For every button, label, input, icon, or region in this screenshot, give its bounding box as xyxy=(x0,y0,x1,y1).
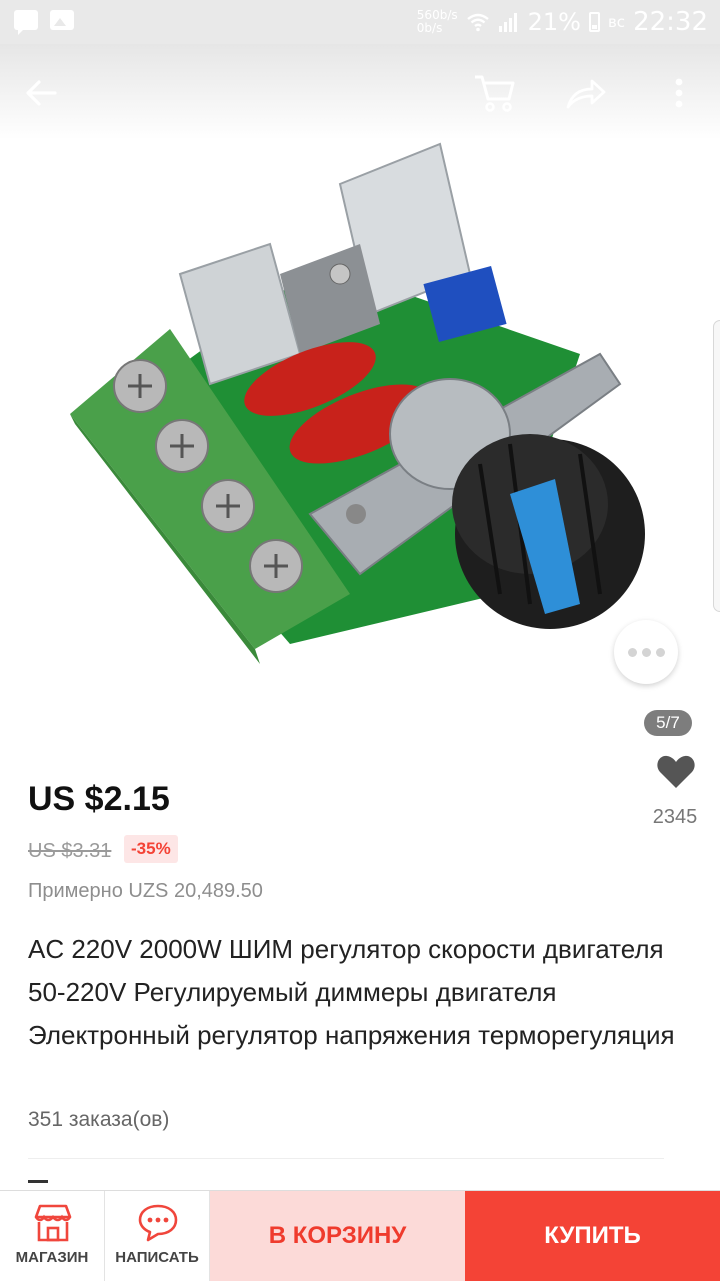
gallery-pager: 5/7 xyxy=(644,710,692,736)
old-price: US $3.31 xyxy=(28,840,112,862)
side-panel-handle[interactable] xyxy=(713,320,720,612)
dot-icon xyxy=(641,647,651,657)
chat-icon xyxy=(138,1204,178,1242)
divider xyxy=(28,1158,664,1159)
wifi-icon xyxy=(466,13,489,32)
orders-count: 351 заказа(ов) xyxy=(28,1108,170,1131)
wishlist-count: 2345 xyxy=(652,806,698,828)
product-gallery[interactable]: 5/7 xyxy=(0,44,720,736)
share-button[interactable] xyxy=(563,70,609,116)
day-label: вс xyxy=(607,13,626,31)
signal-icon xyxy=(498,13,517,32)
discount-badge: -35% xyxy=(124,835,178,863)
wishlist-button[interactable] xyxy=(648,754,704,795)
buy-now-button[interactable]: КУПИТЬ xyxy=(465,1191,720,1281)
product-title: AC 220V 2000W ШИМ регулятор скорости дви… xyxy=(28,934,675,1050)
add-to-cart-button[interactable]: В КОРЗИНУ xyxy=(210,1191,465,1281)
store-label: МАГАЗИН xyxy=(15,1249,89,1266)
dot-icon xyxy=(655,647,665,657)
battery-icon xyxy=(588,12,600,32)
heart-icon xyxy=(657,755,695,788)
message-notification-icon xyxy=(14,10,38,35)
bottom-action-bar: МАГАЗИН НАПИСАТЬ В КОРЗИНУ КУПИТЬ xyxy=(0,1190,720,1281)
share-icon xyxy=(566,79,606,109)
network-speed: 560b/s 0b/s xyxy=(416,8,458,35)
message-label: НАПИСАТЬ xyxy=(115,1249,199,1266)
status-bar: 560b/s 0b/s 21% вс 22:32 xyxy=(0,0,720,44)
cart-button[interactable] xyxy=(472,70,518,116)
product-image xyxy=(70,142,645,664)
image-notification-icon xyxy=(50,10,74,30)
dot-icon xyxy=(627,647,637,657)
floating-more-button[interactable] xyxy=(614,620,678,684)
store-icon xyxy=(34,1204,72,1242)
back-button[interactable] xyxy=(18,70,64,116)
price: US $2.15 xyxy=(28,780,170,818)
message-button[interactable]: НАПИСАТЬ xyxy=(105,1191,210,1281)
back-arrow-icon xyxy=(26,80,57,106)
clock: 22:32 xyxy=(633,7,708,37)
store-button[interactable]: МАГАЗИН xyxy=(0,1191,105,1281)
approx-local-price: Примерно UZS 20,489.50 xyxy=(28,880,263,902)
cart-icon xyxy=(475,75,515,112)
more-vert-icon xyxy=(675,78,683,108)
more-options-button[interactable] xyxy=(656,70,702,116)
top-action-bar xyxy=(0,44,720,140)
battery-percent: 21% xyxy=(527,8,581,36)
